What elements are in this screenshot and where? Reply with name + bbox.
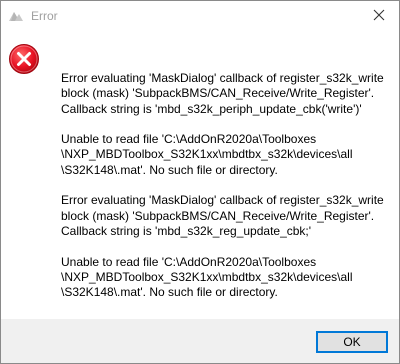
error-paragraph: Unable to read file 'C:\AddOnR2020a\Tool… — [61, 255, 391, 301]
message-line: \S32K148\.mat'. No such file or director… — [61, 285, 278, 300]
close-icon — [373, 8, 385, 26]
title-bar[interactable]: Error — [1, 1, 399, 32]
message-line: Error evaluating 'MaskDialog' callback o… — [61, 71, 384, 85]
message-line: \NXP_MBDToolbox_S32K1xx\mbdtbx_s32k\devi… — [61, 147, 353, 162]
error-dialog-window: Error Error evaluating 'MaskDialog' call… — [0, 0, 400, 364]
error-paragraph: Error evaluating 'MaskDialog' callback o… — [61, 71, 391, 117]
message-line: block (mask) 'SubpackBMS/CAN_Receive/Wri… — [61, 86, 375, 101]
dialog-content: Error evaluating 'MaskDialog' callback o… — [1, 32, 399, 319]
error-icon — [8, 43, 40, 75]
message-line: Unable to read file 'C:\AddOnR2020a\Tool… — [61, 132, 317, 147]
error-paragraph: Error evaluating 'MaskDialog' callback o… — [61, 193, 391, 239]
message-line: Unable to read file 'C:\AddOnR2020a\Tool… — [61, 254, 317, 269]
error-paragraph: Unable to read file 'C:\AddOnR2020a\Tool… — [61, 132, 391, 178]
ok-button[interactable]: OK — [316, 331, 388, 353]
close-button[interactable] — [359, 1, 399, 32]
message-line: block (mask) 'SubpackBMS/CAN_Receive/Wri… — [61, 208, 375, 223]
message-line: \S32K148\.mat'. No such file or director… — [61, 162, 278, 177]
error-message: Error evaluating 'MaskDialog' callback o… — [61, 71, 391, 316]
message-line: Callback string is 'mbd_s32k_reg_update_… — [61, 223, 312, 238]
message-line: Error evaluating 'MaskDialog' callback o… — [61, 193, 384, 208]
message-line: \NXP_MBDToolbox_S32K1xx\mbdtbx_s32k\devi… — [61, 269, 353, 284]
window-title: Error — [31, 9, 58, 23]
matlab-error-icon — [8, 9, 24, 25]
button-bar: OK — [1, 319, 399, 363]
message-line: Callback string is 'mbd_s32k_periph_upda… — [61, 101, 362, 116]
